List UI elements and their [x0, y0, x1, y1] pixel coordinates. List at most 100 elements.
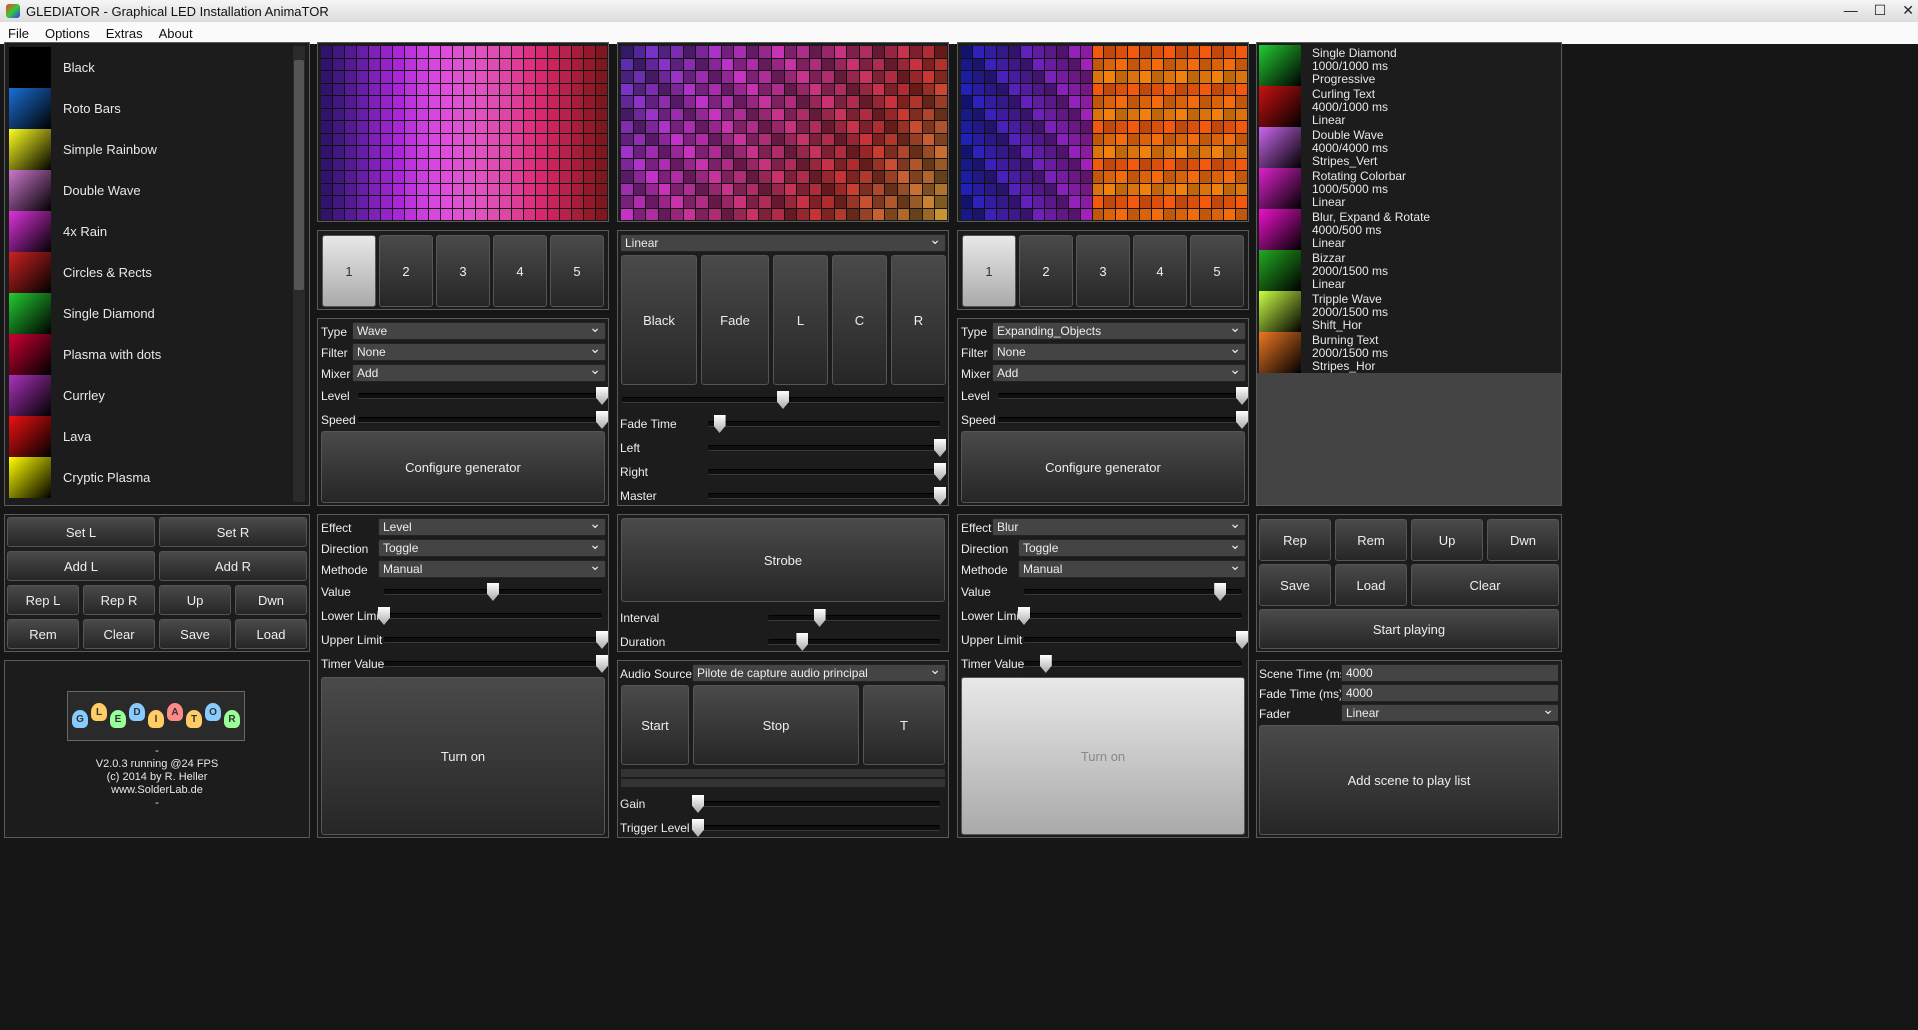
generator-item[interactable]: Circles & Rects [9, 252, 293, 293]
down-button[interactable]: Dwn [235, 585, 307, 615]
turn-on-button[interactable]: Turn on [321, 677, 605, 835]
right-button[interactable]: R [891, 255, 946, 385]
clear-button[interactable]: Clear [83, 619, 155, 649]
generator-item[interactable]: Cryptic Plasma [9, 457, 293, 498]
trigger-level-slider[interactable] [692, 819, 940, 837]
right-slider[interactable] [708, 463, 946, 481]
rep-r-button[interactable]: Rep R [83, 585, 155, 615]
configure-generator-button[interactable]: Configure generator [961, 431, 1245, 503]
slider-thumb[interactable] [796, 633, 809, 651]
slot-right-3[interactable]: 3 [1076, 235, 1130, 307]
menu-about[interactable]: About [151, 26, 201, 41]
menu-extras[interactable]: Extras [98, 26, 151, 41]
slider-thumb[interactable] [1236, 411, 1248, 429]
playlist-item[interactable]: Burning Text 2000/1500 ms Stripes_Hor [1259, 332, 1559, 373]
mixer-select[interactable]: Add [352, 361, 606, 382]
generator-item[interactable]: Lava [9, 416, 293, 457]
level-slider[interactable] [358, 387, 608, 405]
slider-thumb[interactable] [596, 387, 608, 405]
generator-item[interactable]: Currley [9, 375, 293, 416]
add-r-button[interactable]: Add R [159, 551, 307, 581]
slider-thumb[interactable] [596, 631, 608, 649]
slot-left-3[interactable]: 3 [436, 235, 490, 307]
slot-left-2[interactable]: 2 [379, 235, 433, 307]
type-select[interactable]: Expanding_Objects [992, 319, 1246, 340]
configure-generator-button[interactable]: Configure generator [321, 431, 605, 503]
slider-thumb[interactable] [1214, 583, 1227, 601]
playlist-rep-button[interactable]: Rep [1259, 519, 1331, 561]
slot-right-2[interactable]: 2 [1019, 235, 1073, 307]
direction-select[interactable]: Toggle [1018, 536, 1246, 557]
playlist-item[interactable]: Single Diamond 1000/1000 ms Progressive [1259, 45, 1559, 86]
slider-thumb[interactable] [692, 819, 704, 837]
playlist-item[interactable]: Tripple Wave 2000/1500 ms Shift_Hor [1259, 291, 1559, 332]
generator-list[interactable]: Black Roto Bars Simple Rainbow Double Wave 4… [4, 42, 310, 506]
playlist-item[interactable]: Rotating Colorbar 1000/5000 ms Linear [1259, 168, 1559, 209]
add-l-button[interactable]: Add L [7, 551, 155, 581]
start-playing-button[interactable]: Start playing [1259, 609, 1559, 649]
slider-thumb[interactable] [813, 609, 826, 627]
center-button[interactable]: C [832, 255, 887, 385]
slot-right-1[interactable]: 1 [962, 235, 1016, 307]
generator-scrollbar[interactable] [293, 46, 305, 502]
slider-thumb[interactable] [934, 439, 946, 457]
value-slider[interactable] [384, 583, 602, 601]
playlist-item[interactable]: Blur, Expand & Rotate 4000/500 ms Linear [1259, 209, 1559, 250]
slider-thumb[interactable] [934, 463, 946, 481]
save-button[interactable]: Save [159, 619, 231, 649]
slot-left-5[interactable]: 5 [550, 235, 604, 307]
menu-options[interactable]: Options [37, 26, 98, 41]
left-button[interactable]: L [773, 255, 828, 385]
playlist-item[interactable]: Curling Text 4000/1000 ms Linear [1259, 86, 1559, 127]
generator-item[interactable]: Roto Bars [9, 88, 293, 129]
minimize-button[interactable]: — [1844, 2, 1858, 19]
playlist-load-button[interactable]: Load [1335, 564, 1407, 606]
left-slider[interactable] [708, 439, 946, 457]
audio-stop-button[interactable]: Stop [693, 685, 859, 765]
interval-slider[interactable] [768, 609, 940, 627]
speed-slider[interactable] [358, 411, 608, 429]
timer-value-slider[interactable] [384, 655, 608, 673]
slider-thumb[interactable] [713, 415, 726, 433]
scrollbar-thumb[interactable] [294, 60, 304, 290]
add-scene-button[interactable]: Add scene to play list [1259, 725, 1559, 835]
slider-thumb[interactable] [596, 655, 608, 673]
generator-item[interactable]: Plasma with dots [9, 334, 293, 375]
scene-time-input[interactable]: 4000 [1341, 664, 1559, 682]
rep-l-button[interactable]: Rep L [7, 585, 79, 615]
audio-t-button[interactable]: T [863, 685, 945, 765]
slot-left-1[interactable]: 1 [322, 235, 376, 307]
set-r-button[interactable]: Set R [159, 517, 307, 547]
slider-thumb[interactable] [487, 583, 499, 601]
generator-item[interactable]: 4x Rain [9, 211, 293, 252]
filter-select[interactable]: None [352, 340, 606, 361]
slider-thumb[interactable] [1039, 655, 1052, 673]
fader-select[interactable]: Linear [1341, 701, 1559, 722]
methode-select[interactable]: Manual [1018, 557, 1246, 578]
slot-right-4[interactable]: 4 [1133, 235, 1187, 307]
audio-source-select[interactable]: Pilote de capture audio principal [692, 661, 946, 682]
playlist-save-button[interactable]: Save [1259, 564, 1331, 606]
slot-left-4[interactable]: 4 [493, 235, 547, 307]
slider-thumb[interactable] [777, 391, 789, 409]
load-button[interactable]: Load [235, 619, 307, 649]
methode-select[interactable]: Manual [378, 557, 606, 578]
slider-thumb[interactable] [596, 411, 608, 429]
fade-time-input[interactable]: 4000 [1341, 684, 1559, 702]
fade-type-select[interactable]: Linear [620, 231, 946, 252]
type-select[interactable]: Wave [352, 319, 606, 340]
close-button[interactable]: ✕ [1902, 2, 1914, 19]
maximize-button[interactable]: ☐ [1874, 2, 1887, 19]
gain-slider[interactable] [692, 795, 940, 813]
filter-select[interactable]: None [992, 340, 1246, 361]
slot-right-5[interactable]: 5 [1190, 235, 1244, 307]
playlist-up-button[interactable]: Up [1411, 519, 1483, 561]
generator-item[interactable]: Black [9, 47, 293, 88]
strobe-button[interactable]: Strobe [621, 518, 945, 602]
playlist-item[interactable]: Double Wave 4000/4000 ms Stripes_Vert [1259, 127, 1559, 168]
lower-limit-slider[interactable] [378, 607, 602, 625]
duration-slider[interactable] [768, 633, 940, 651]
lower-limit-slider[interactable] [1018, 607, 1242, 625]
remove-button[interactable]: Rem [7, 619, 79, 649]
menu-file[interactable]: File [0, 26, 37, 41]
